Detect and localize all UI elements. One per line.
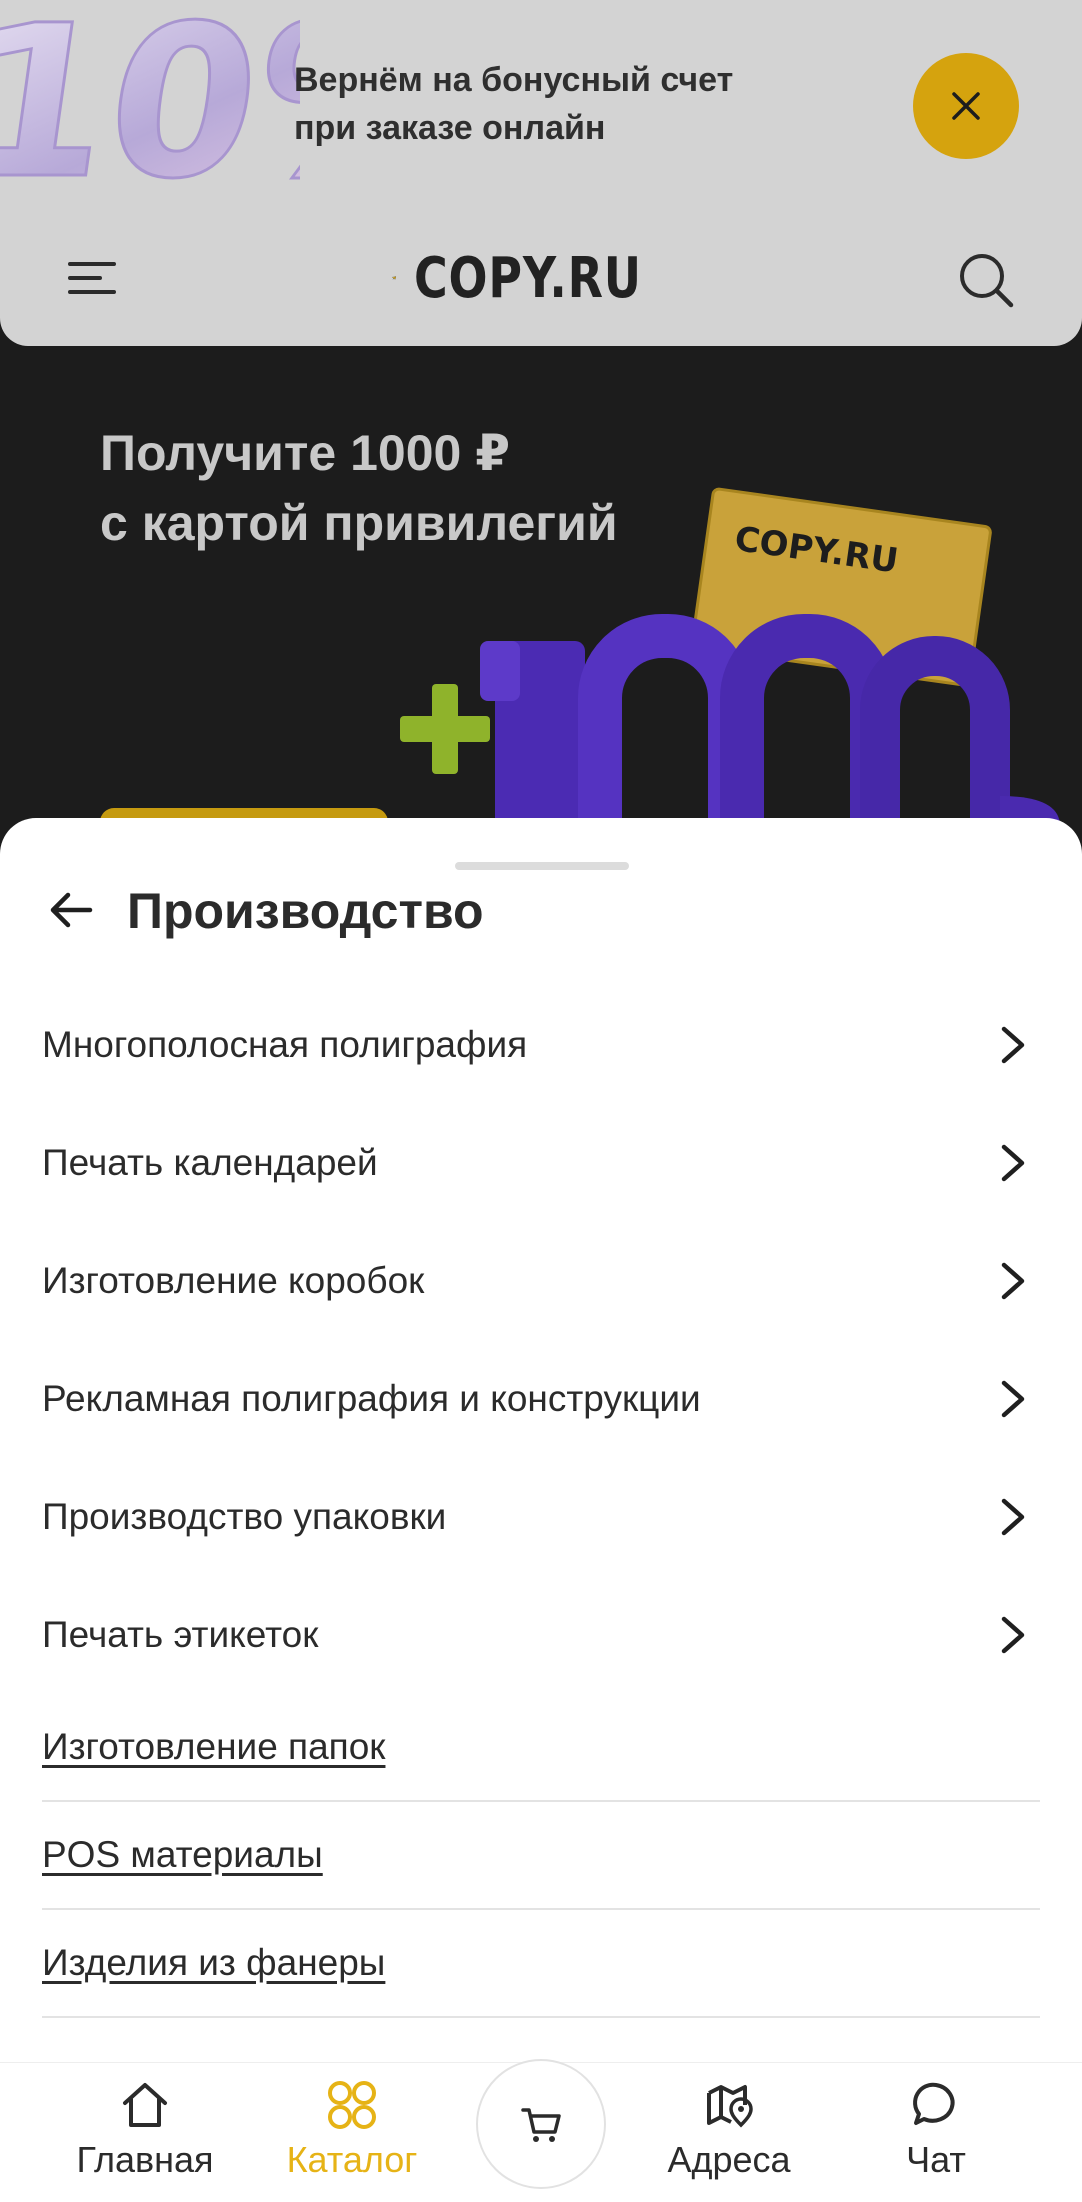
nav-home[interactable]: Главная [55, 2077, 235, 2197]
ten-percent-graphic: 10% [0, 0, 300, 200]
nav-catalog[interactable]: Каталог [262, 2077, 442, 2197]
ten-percent-text: 10% [0, 0, 300, 200]
chevron-right-icon [1001, 1262, 1025, 1300]
category-link[interactable]: Изготовление папок [42, 1694, 1040, 1802]
promo-text-line2: при заказе онлайн [294, 109, 606, 147]
category-link[interactable]: POS материалы [42, 1802, 1040, 1910]
category-link-label[interactable]: Изделия из фанеры [42, 1942, 385, 1984]
category-item[interactable]: Производство упаковки [42, 1458, 1040, 1576]
site-header: COPY.RU [0, 210, 1082, 346]
catalog-icon [328, 2081, 376, 2129]
cart-icon [521, 2108, 561, 2142]
promo-text: Вернём на бонусный счет при заказе онлай… [294, 56, 733, 152]
category-item[interactable]: Многополосная полиграфия [42, 986, 1040, 1104]
nav-chat-label: Чат [906, 2139, 966, 2180]
category-link-label[interactable]: Изготовление папок [42, 1726, 385, 1768]
chevron-right-icon [1001, 1026, 1025, 1064]
cart-button[interactable] [476, 2059, 606, 2189]
chat-icon [913, 2082, 955, 2125]
category-label: Изготовление коробок [42, 1260, 425, 1301]
promo-text-line1: Вернём на бонусный счет [294, 61, 734, 99]
category-label: Производство упаковки [42, 1496, 447, 1537]
logo-text: COPY.RU [414, 245, 642, 311]
category-label: Многополосная полиграфия [42, 1024, 528, 1065]
nav-home-label: Главная [76, 2139, 214, 2180]
chevron-right-icon [1001, 1616, 1025, 1654]
green-plus-graphic [400, 684, 490, 774]
paper-plane-logo-icon [392, 276, 397, 280]
category-link-label[interactable]: POS материалы [42, 1834, 323, 1876]
hero-banner[interactable]: Получите 1000 ₽ с картой привилегий COPY… [0, 346, 1082, 846]
banner-art: COPY.RU [400, 487, 1060, 846]
purple-1000-graphic [480, 614, 1060, 846]
chevron-right-icon [1001, 1380, 1025, 1418]
promo-banner[interactable]: 10% Вернём на бонусный счет при заказе о… [0, 0, 1082, 210]
category-item[interactable]: Рекламная полиграфия и конструкции [42, 1340, 1040, 1458]
nav-addresses[interactable]: Адреса [639, 2077, 819, 2197]
close-icon [952, 92, 980, 120]
promo-close-button[interactable] [913, 53, 1019, 159]
category-item[interactable]: Изготовление коробок [42, 1222, 1040, 1340]
category-link[interactable]: Изделия из фанеры [42, 1910, 1040, 2018]
nav-catalog-label: Каталог [286, 2139, 418, 2180]
home-icon [123, 2083, 167, 2127]
sheet-grabber[interactable] [455, 862, 629, 870]
map-pin-icon [707, 2085, 753, 2128]
category-item[interactable]: Печать календарей [42, 1104, 1040, 1222]
bottom-navigation: Главная Каталог Адреса Чат [0, 2059, 1082, 2202]
category-label: Печать календарей [42, 1142, 378, 1183]
category-label: Печать этикеток [42, 1614, 319, 1655]
nav-chat[interactable]: Чат [846, 2077, 1026, 2197]
search-icon[interactable] [956, 250, 1016, 310]
chevron-right-icon [1001, 1144, 1025, 1182]
category-item[interactable]: Печать этикеток [42, 1576, 1040, 1694]
sheet-title: Производство [127, 883, 484, 939]
chevron-right-icon [1001, 1498, 1025, 1536]
site-logo[interactable]: COPY.RU [392, 245, 692, 311]
nav-addresses-label: Адреса [667, 2139, 791, 2180]
catalog-bottom-sheet: Производство Многополосная полиграфия Пе… [0, 818, 1082, 2062]
burger-menu-icon[interactable] [62, 250, 122, 306]
arrow-left-icon[interactable] [46, 884, 98, 936]
category-label: Рекламная полиграфия и конструкции [42, 1378, 701, 1419]
